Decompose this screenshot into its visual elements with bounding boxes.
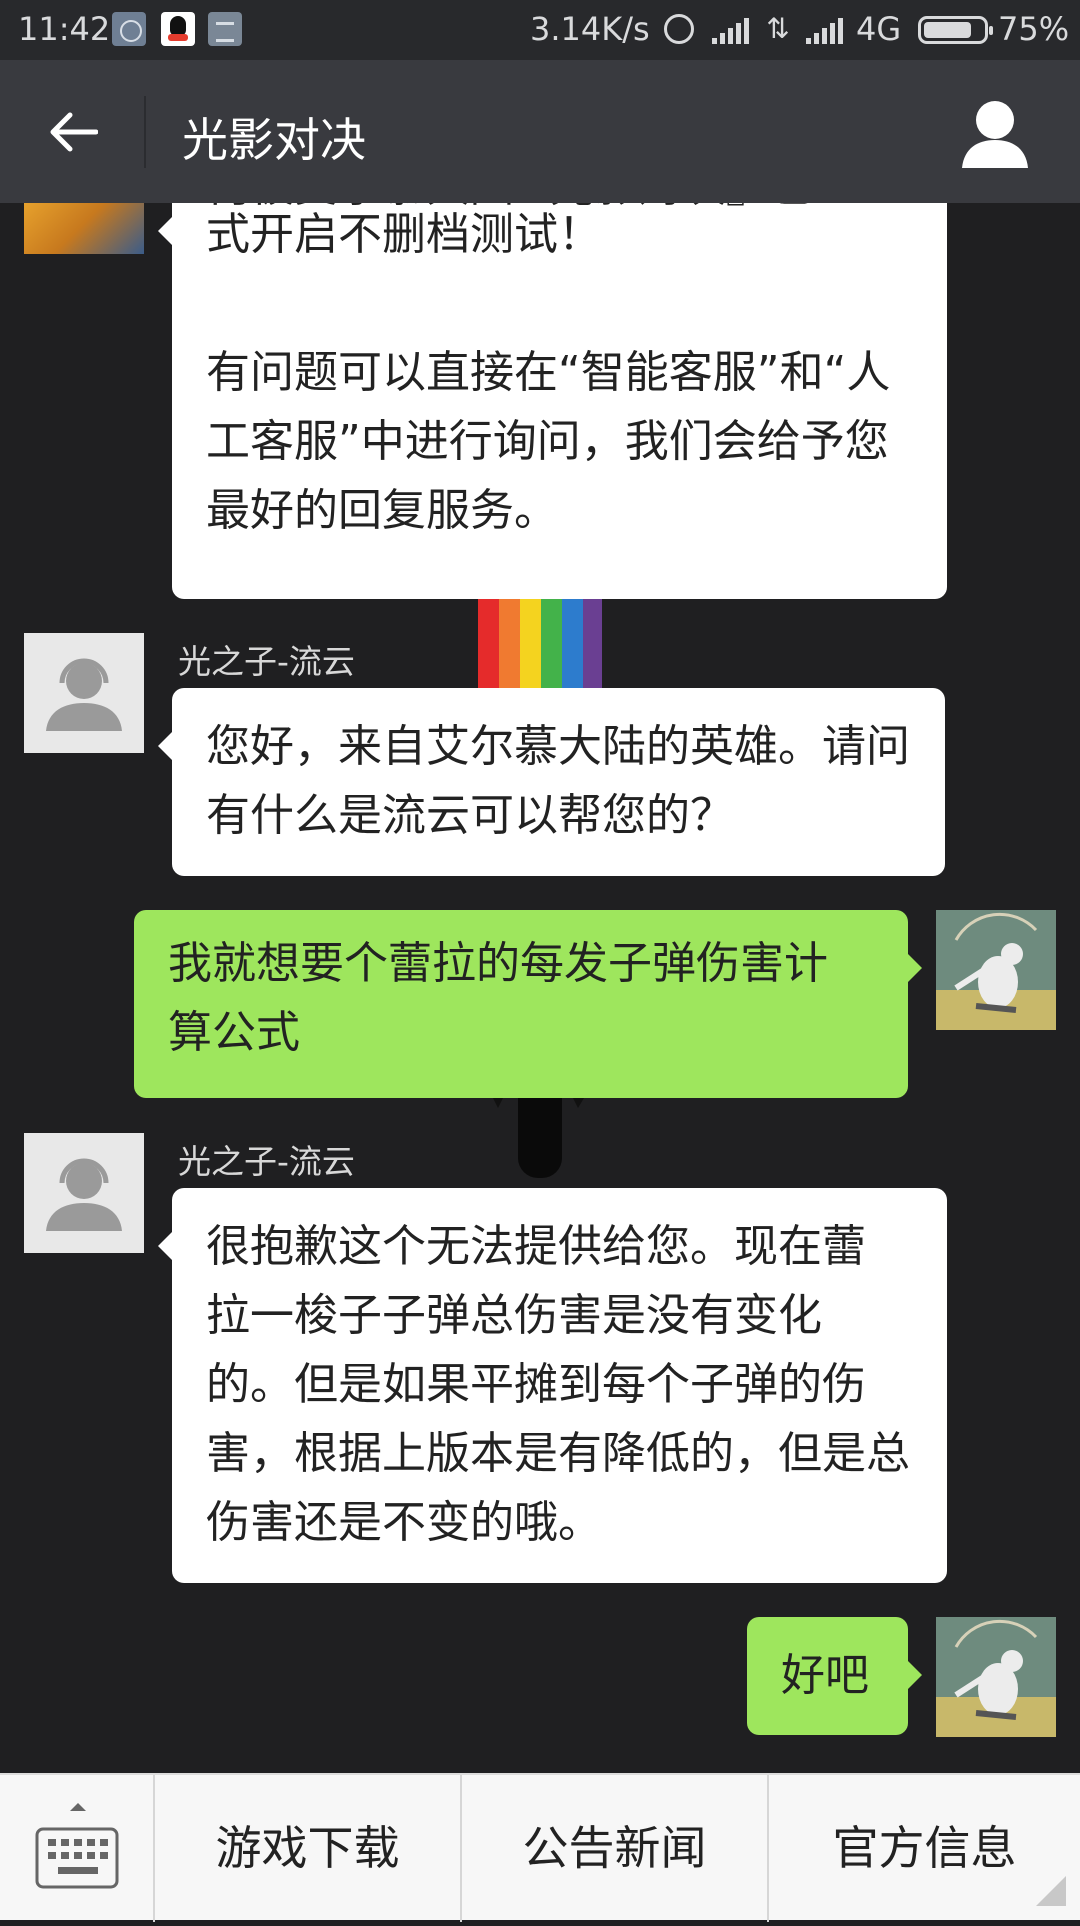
signal-icon — [712, 16, 752, 44]
customer-service-icon — [46, 1158, 122, 1231]
message-line: 伤害还是不变的哦。 — [206, 1497, 602, 1548]
alarm-icon — [664, 14, 694, 44]
user-avatar-image — [936, 1617, 1056, 1737]
status-bar: 11:42 3.14K/s ⇅ 4G 75% — [0, 0, 1080, 60]
data-icon: ⇅ — [766, 12, 790, 45]
menu-tab-official-info[interactable]: 官方信息 — [769, 1775, 1080, 1922]
page-title: 光影对决 — [182, 113, 366, 167]
avatar[interactable] — [24, 633, 144, 753]
arrow-left-icon — [50, 112, 98, 152]
battery-icon — [918, 16, 993, 44]
message-bubble[interactable]: 好吧 — [747, 1617, 922, 1735]
submenu-indicator-icon — [1036, 1876, 1066, 1906]
message-bubble[interactable]: 很抱歉这个无法提供给您。现在蕾 拉一梭子子弹总伤害是没有变化 的。但是如果平摊到… — [158, 1188, 947, 1583]
message-line: 工客服”中进行询问，我们会给予您 — [206, 416, 889, 467]
message-line: 有问题可以直接在“智能客服”和“人 — [206, 347, 891, 398]
keyboard-icon — [35, 1803, 119, 1889]
message-line: 我就想要个蕾拉的每发子弹伤害计 — [168, 938, 828, 989]
title-divider — [144, 96, 146, 168]
network-type: 4G — [856, 10, 902, 48]
signal-icon — [806, 16, 846, 44]
message-line: 拉一梭子子弹总伤害是没有变化 — [206, 1290, 822, 1341]
menu-tab-news[interactable]: 公告新闻 — [462, 1775, 769, 1922]
message-icon — [208, 12, 242, 46]
avatar[interactable] — [24, 1133, 144, 1253]
person-icon — [962, 101, 1028, 168]
network-speed: 3.14K/s — [530, 10, 650, 48]
avatar[interactable] — [936, 1617, 1056, 1737]
avatar[interactable] — [24, 203, 144, 254]
profile-button[interactable] — [958, 96, 1032, 176]
status-time: 11:42 — [18, 10, 111, 48]
user-avatar-image — [936, 910, 1056, 1030]
keyboard-toggle-button[interactable] — [0, 1775, 155, 1922]
message-line: 最好的回复服务。 — [206, 485, 558, 536]
message-line: 式开启不删档测试！ — [206, 209, 602, 260]
message-line: 有什么是流云可以帮您的？ — [206, 790, 734, 841]
chat-area[interactable]: 何被艾尔慕大陆·『光影对决』已正 式开启不删档测试！ 有问题可以直接在“智能客服… — [0, 203, 1080, 1773]
avatar[interactable] — [936, 910, 1056, 1030]
customer-service-icon — [46, 658, 122, 731]
bottom-menu: 游戏下载 公告新闻 官方信息 — [0, 1773, 1080, 1922]
message-line: 算公式 — [168, 1007, 300, 1058]
clock-icon — [112, 12, 146, 46]
qq-icon — [161, 12, 195, 46]
battery-percent: 75% — [998, 10, 1070, 48]
wallpaper-decoration — [518, 1098, 562, 1178]
message-line: 很抱歉这个无法提供给您。现在蕾 — [206, 1221, 866, 1272]
back-button[interactable] — [30, 90, 116, 176]
message-line: 的。但是如果平摊到每个子弹的伤 — [206, 1359, 866, 1410]
message-line: 害，根据上版本是有降低的，但是总 — [206, 1428, 910, 1479]
sender-name: 光之子-流云 — [178, 642, 355, 681]
message-bubble[interactable]: 您好，来自艾尔慕大陆的英雄。请问 有什么是流云可以帮您的？ — [158, 688, 945, 876]
message-line: 您好，来自艾尔慕大陆的英雄。请问 — [206, 721, 910, 772]
message-line: 好吧 — [781, 1650, 869, 1701]
title-bar: 光影对决 — [0, 60, 1080, 203]
message-bubble[interactable]: 何被艾尔慕大陆·『光影对决』已正 式开启不删档测试！ 有问题可以直接在“智能客服… — [158, 203, 947, 599]
sender-name: 光之子-流云 — [178, 1142, 355, 1181]
message-bubble[interactable]: 我就想要个蕾拉的每发子弹伤害计 算公式 — [134, 910, 922, 1098]
menu-tab-game-download[interactable]: 游戏下载 — [155, 1775, 462, 1922]
